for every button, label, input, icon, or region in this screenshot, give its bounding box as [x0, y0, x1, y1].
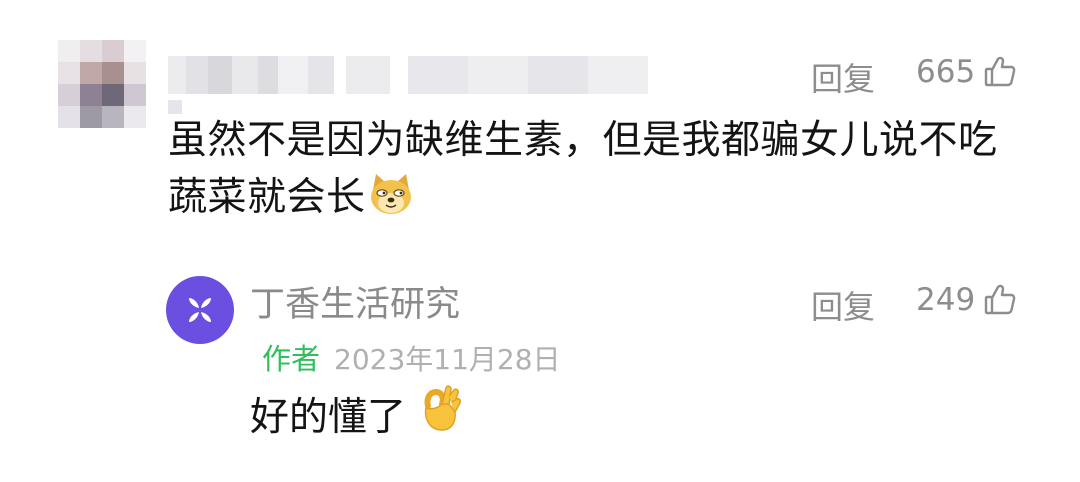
comment-text: 虽然不是因为缺维生素，但是我都骗女儿说不吃蔬菜就会长: [168, 112, 1028, 232]
author-name[interactable]: 丁香生活研究: [250, 276, 460, 327]
ok-hand-icon: [416, 384, 462, 452]
comment-like-count: 665: [916, 54, 976, 90]
author-avatar[interactable]: [166, 276, 234, 344]
reply-date: 2023年11月28日: [334, 343, 561, 376]
reply-meta: 作者 2023年11月28日: [262, 336, 561, 378]
comment-like-button[interactable]: 665: [916, 54, 1017, 90]
comment-body: 虽然不是因为缺维生素，但是我都骗女儿说不吃蔬菜就会长: [168, 118, 998, 220]
thumbs-up-icon: [983, 55, 1017, 89]
commenter-name-blurred[interactable]: [168, 56, 652, 94]
reply-like-count: 249: [916, 282, 976, 318]
clove-flower-icon: [189, 298, 211, 322]
reply-body: 好的懂了: [250, 395, 407, 440]
comment-reply-button[interactable]: 回复: [811, 54, 875, 100]
reply-like-button[interactable]: 249: [916, 282, 1017, 318]
author-badge: 作者: [262, 342, 321, 376]
doge-icon: [368, 172, 414, 232]
reply-reply-button[interactable]: 回复: [811, 282, 875, 328]
thumbs-up-icon: [983, 283, 1017, 317]
commenter-avatar[interactable]: [58, 40, 146, 128]
reply-text: 好的懂了: [250, 384, 462, 452]
